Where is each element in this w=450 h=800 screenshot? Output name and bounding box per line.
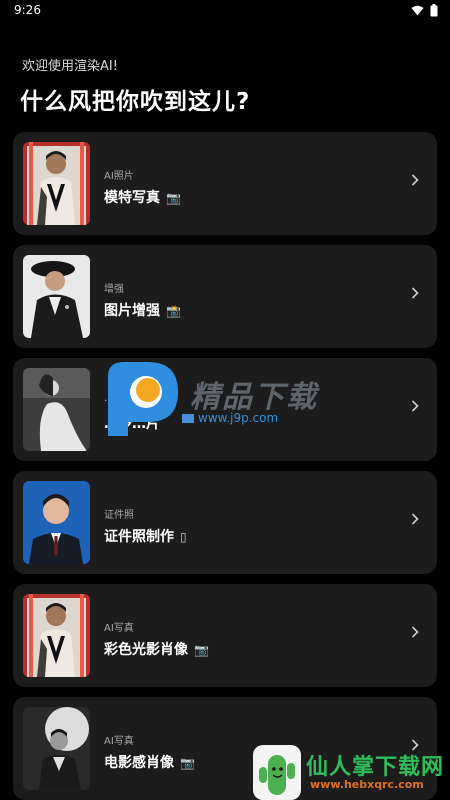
card-title: 电影感肖像 📷 <box>104 755 195 771</box>
battery-icon <box>430 4 438 17</box>
feature-card-color-light-portrait[interactable]: AI写真 彩色光影肖像 📷 <box>13 584 437 687</box>
status-icons <box>411 4 438 17</box>
card-category: AI写真 <box>104 623 134 634</box>
card-thumbnail <box>23 481 90 564</box>
card-category: 增强 <box>104 284 124 295</box>
card-title: 图片增强 📸 <box>104 303 181 319</box>
status-bar: 9:26 <box>0 0 450 22</box>
wifi-icon <box>411 5 424 16</box>
card-category: AI写真 <box>104 736 134 747</box>
camera-icon: 📷 <box>166 191 181 205</box>
cactus-logo-icon <box>253 745 301 800</box>
card-thumbnail <box>23 142 90 225</box>
card-category: AI照片 <box>104 171 134 182</box>
chevron-right-icon <box>411 513 419 525</box>
card-thumbnail <box>23 255 90 338</box>
feature-card-id-photo[interactable]: 证件照 证件照制作 ▯ <box>13 471 437 574</box>
watermark-site-url: www.hebxqrc.com <box>310 778 424 791</box>
page-headline: 什么风把你吹到这儿? <box>20 89 251 115</box>
watermark-site-name: 仙人掌下载网 <box>306 755 445 780</box>
chevron-right-icon <box>411 626 419 638</box>
card-title: 彩色光影肖像 📷 <box>104 642 209 658</box>
watermark-logo-icon <box>108 362 178 436</box>
feature-card-list: AI照片 模特写真 📷 增强 图片增强 📸 …多…片 证件照 证件照制作 ▯ A… <box>13 132 437 800</box>
camera-icon: 📷 <box>180 756 195 770</box>
card-title: 模特写真 📷 <box>104 190 181 206</box>
card-category: 证件照 <box>104 510 134 521</box>
chevron-right-icon <box>411 287 419 299</box>
flag-icon <box>182 414 194 423</box>
id-card-icon: ▯ <box>180 530 187 544</box>
greeting-text: 欢迎使用渲染AI! <box>22 59 118 74</box>
watermark-text: 精品下载 <box>190 380 318 415</box>
feature-card-model-portrait[interactable]: AI照片 模特写真 📷 <box>13 132 437 235</box>
feature-card-image-enhance[interactable]: 增强 图片增强 📸 <box>13 245 437 348</box>
camera-icon: 📷 <box>194 643 209 657</box>
status-time: 9:26 <box>14 3 41 17</box>
card-thumbnail <box>23 594 90 677</box>
chevron-right-icon <box>411 174 419 186</box>
card-thumbnail <box>23 368 90 451</box>
chevron-right-icon <box>411 400 419 412</box>
camera-flash-icon: 📸 <box>166 304 181 318</box>
card-thumbnail <box>23 707 90 790</box>
watermark-url: www.j9p.com <box>182 411 278 425</box>
card-title: 证件照制作 ▯ <box>104 529 187 545</box>
